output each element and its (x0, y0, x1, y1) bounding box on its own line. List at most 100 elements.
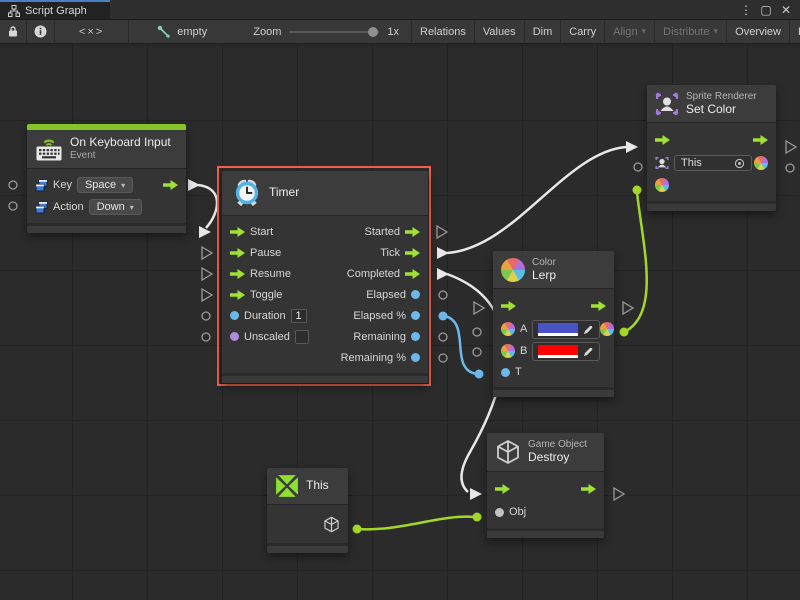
tab-script-graph[interactable]: Script Graph (0, 0, 110, 19)
graph-canvas[interactable]: On Keyboard Input Event Key Space ▾ (0, 44, 800, 600)
port-setcolor-value-out[interactable] (786, 164, 794, 172)
value-port[interactable] (230, 332, 239, 341)
duration-input[interactable]: 1 (291, 309, 307, 323)
color-port[interactable] (501, 322, 515, 336)
flow-in-icon[interactable] (230, 227, 245, 237)
port-timer-remaining-out[interactable] (439, 333, 447, 341)
flow-out-icon[interactable] (753, 135, 768, 145)
port-timer-duration-in[interactable] (202, 312, 210, 320)
flow-out-icon[interactable] (405, 248, 420, 258)
node-this[interactable]: This (267, 468, 348, 553)
eyedropper-icon[interactable] (583, 324, 594, 335)
relations-button[interactable]: Relations (411, 20, 475, 43)
object-port[interactable] (495, 508, 504, 517)
value-port[interactable] (411, 353, 420, 362)
flow-in-icon[interactable] (501, 301, 516, 311)
port-destroy-obj-in[interactable] (473, 513, 482, 522)
color-a-field[interactable] (532, 320, 600, 339)
color-a-swatch[interactable] (538, 323, 578, 336)
zoom-slider[interactable] (289, 31, 379, 33)
wire-tick-to-setcolor[interactable] (447, 147, 626, 253)
port-timer-resume-in[interactable] (202, 268, 212, 280)
port-lerp-flow-in[interactable] (474, 302, 484, 314)
port-lerp-b-in[interactable] (473, 348, 481, 356)
node-on-keyboard-input[interactable]: On Keyboard Input Event Key Space ▾ (27, 124, 186, 233)
color-out-port[interactable] (754, 156, 768, 170)
color-b-field[interactable] (532, 342, 600, 361)
value-port[interactable] (411, 332, 420, 341)
port-timer-elapsed-out[interactable] (439, 291, 447, 299)
port-lerp-color-out[interactable] (620, 328, 629, 337)
port-keyboard-key-in[interactable] (9, 181, 17, 189)
maximize-icon[interactable]: ▢ (758, 3, 774, 17)
node-color-lerp[interactable]: Color Lerp A (493, 251, 614, 397)
align-button[interactable]: Align▾ (605, 20, 655, 43)
port-destroy-flow-in[interactable] (470, 488, 482, 500)
port-setcolor-color-in[interactable] (633, 186, 642, 195)
wire-this-to-obj[interactable] (357, 517, 475, 530)
port-timer-tick-out[interactable] (437, 247, 449, 259)
flow-out-icon[interactable] (405, 269, 420, 279)
color-b-swatch[interactable] (538, 345, 578, 358)
wire-keyboard-to-timer-start[interactable] (198, 185, 217, 228)
info-button[interactable] (27, 20, 55, 43)
port-lerp-t-in[interactable] (475, 370, 484, 379)
port-destroy-flow-out[interactable] (614, 488, 624, 500)
port-lerp-a-in[interactable] (473, 328, 481, 336)
flow-out-icon[interactable] (581, 484, 596, 494)
node-set-color[interactable]: Sprite Renderer Set Color This (647, 85, 776, 211)
node-timer[interactable]: Timer Start Started Pause Tick Resume Co… (222, 171, 428, 383)
color-out-port[interactable] (600, 322, 614, 336)
value-port[interactable] (411, 290, 420, 299)
port-setcolor-flow-out[interactable] (786, 141, 796, 153)
dim-button[interactable]: Dim (525, 20, 562, 43)
port-timer-remaining-percent-out[interactable] (439, 354, 447, 362)
lock-button[interactable] (0, 20, 27, 43)
port-setcolor-target-in[interactable] (634, 163, 642, 171)
wire-elapsed-to-t[interactable] (445, 316, 477, 374)
color-port[interactable] (501, 344, 515, 358)
sprite-port-icon[interactable] (655, 156, 669, 170)
target-object-field[interactable]: This (674, 155, 752, 171)
value-port[interactable] (230, 311, 239, 320)
action-dropdown[interactable]: Down ▾ (89, 199, 142, 215)
eyedropper-icon[interactable] (583, 346, 594, 357)
port-timer-toggle-in[interactable] (202, 289, 212, 301)
port-timer-start-in[interactable] (199, 226, 211, 238)
carry-button[interactable]: Carry (561, 20, 605, 43)
port-lerp-flow-out[interactable] (623, 302, 633, 314)
flow-out-icon[interactable] (405, 227, 420, 237)
fullscreen-button[interactable]: Full Screen (790, 20, 800, 43)
flow-in-icon[interactable] (230, 248, 245, 258)
port-setcolor-flow-in[interactable] (626, 141, 638, 153)
value-port[interactable] (501, 368, 510, 377)
flow-in-icon[interactable] (230, 290, 245, 300)
object-picker-icon[interactable] (734, 158, 745, 169)
close-icon[interactable]: ✕ (778, 3, 794, 17)
code-button[interactable]: <×> (55, 20, 129, 43)
port-timer-elapsed-percent-out[interactable] (439, 312, 448, 321)
cube-port-icon[interactable] (323, 516, 340, 533)
overview-button[interactable]: Overview (727, 20, 790, 43)
port-timer-pause-in[interactable] (202, 247, 212, 259)
port-keyboard-trigger-out[interactable] (188, 179, 200, 191)
values-button[interactable]: Values (475, 20, 525, 43)
flow-in-icon[interactable] (655, 135, 670, 145)
menu-icon[interactable]: ⋮ (738, 3, 754, 17)
flow-out-icon[interactable] (591, 301, 606, 311)
zoom-slider-handle[interactable] (368, 27, 378, 37)
port-this-out[interactable] (353, 525, 362, 534)
port-keyboard-action-in[interactable] (9, 202, 17, 210)
value-port[interactable] (411, 311, 420, 320)
distribute-button[interactable]: Distribute▾ (655, 20, 727, 43)
flow-in-icon[interactable] (230, 269, 245, 279)
color-port[interactable] (655, 178, 669, 192)
key-dropdown[interactable]: Space ▾ (77, 177, 133, 193)
node-destroy[interactable]: Game Object Destroy Obj (487, 433, 604, 538)
unscaled-checkbox[interactable] (295, 330, 309, 344)
port-timer-completed-out[interactable] (437, 268, 449, 280)
trigger-arrow-icon[interactable] (163, 180, 178, 190)
port-timer-unscaled-in[interactable] (202, 333, 210, 341)
flow-in-icon[interactable] (495, 484, 510, 494)
port-timer-started-out[interactable] (437, 226, 447, 238)
